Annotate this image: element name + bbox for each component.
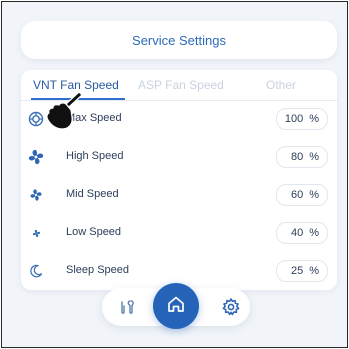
tools-icon[interactable] — [114, 294, 140, 320]
speed-value: 100 — [284, 113, 304, 125]
speed-unit: % — [309, 151, 319, 163]
speed-value-input[interactable]: 25 % — [276, 260, 328, 282]
speed-value: 40 — [290, 227, 304, 239]
speed-value-input[interactable]: 100 % — [276, 108, 328, 130]
page-title: Service Settings — [132, 32, 226, 48]
speed-value: 25 — [290, 265, 304, 277]
speed-value: 80 — [290, 151, 304, 163]
home-icon — [166, 294, 186, 319]
speed-unit: % — [309, 189, 319, 201]
speed-value-input[interactable]: 80 % — [276, 146, 328, 168]
speed-row-mid: Mid Speed 60 % — [21, 183, 337, 207]
app-frame: Service Settings VNT Fan Speed ASP Fan S… — [1, 1, 348, 348]
speed-unit: % — [309, 113, 319, 125]
fan-high-icon — [27, 148, 45, 166]
hand-pointer-icon — [42, 90, 88, 136]
tab-asp-fan-speed[interactable]: ASP Fan Speed — [138, 78, 224, 92]
tab-other[interactable]: Other — [266, 78, 296, 92]
speed-value-input[interactable]: 40 % — [276, 222, 328, 244]
speed-row-sleep: Sleep Speed 25 % — [21, 259, 337, 283]
gear-icon[interactable] — [218, 294, 244, 320]
speed-row-high: High Speed 80 % — [21, 145, 337, 169]
fan-mid-icon — [27, 186, 45, 204]
title-bar: Service Settings — [21, 21, 337, 59]
moon-icon — [27, 262, 45, 280]
speed-label: Low Speed — [66, 226, 122, 238]
speed-unit: % — [309, 227, 319, 239]
fan-low-icon — [27, 224, 45, 242]
speed-value: 60 — [290, 189, 304, 201]
speed-row-low: Low Speed 40 % — [21, 221, 337, 245]
speed-label: Mid Speed — [66, 188, 119, 200]
speed-unit: % — [309, 265, 319, 277]
home-button[interactable] — [153, 283, 199, 329]
speed-label: Sleep Speed — [66, 264, 129, 276]
speed-value-input[interactable]: 60 % — [276, 184, 328, 206]
speed-label: High Speed — [66, 150, 124, 162]
